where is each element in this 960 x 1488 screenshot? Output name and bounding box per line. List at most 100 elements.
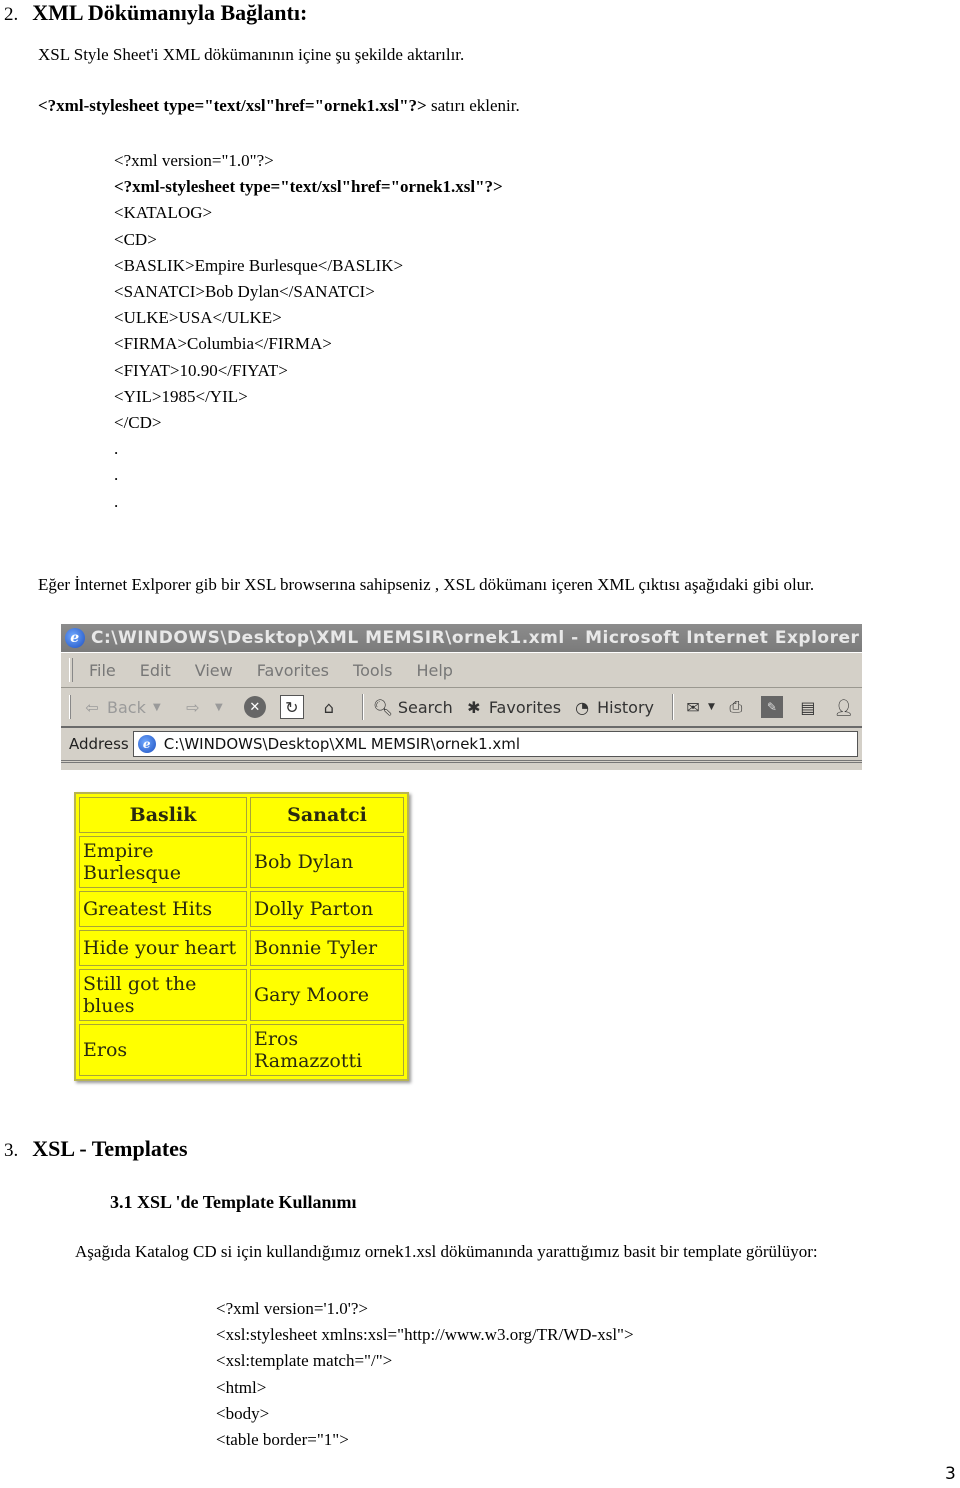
history-icon: ◔ <box>575 697 590 717</box>
code-line: <body> <box>216 1403 270 1423</box>
table-row: Empire Burlesque Bob Dylan <box>79 836 404 888</box>
table-row: Greatest Hits Dolly Parton <box>79 891 404 927</box>
home-button[interactable]: ⌂ <box>318 696 344 718</box>
code-line: <xsl:stylesheet xmlns:xsl="http://www.w3… <box>216 1325 634 1345</box>
refresh-icon: ↻ <box>279 695 304 719</box>
menu-file[interactable]: File <box>89 661 116 680</box>
back-button[interactable]: ⇦ Back ▼ <box>81 696 172 718</box>
search-icon: 🔍︎ <box>372 697 393 717</box>
table-row: Still got the blues Gary Moore <box>79 969 404 1021</box>
xsl-code-block: <?xml version='1.0'?> <xsl:stylesheet xm… <box>216 1296 634 1453</box>
menu-edit[interactable]: Edit <box>140 661 171 680</box>
section-number: 3. <box>4 1140 19 1161</box>
table-header-row: Baslik Sanatci <box>79 797 404 833</box>
cell-sanatci: Eros Ramazzotti <box>250 1024 404 1076</box>
cell-sanatci: Bob Dylan <box>250 836 404 888</box>
cell-sanatci: Bonnie Tyler <box>250 930 404 966</box>
dropdown-arrow-icon: ▼ <box>214 701 223 713</box>
refresh-button[interactable]: ↻ <box>279 695 308 719</box>
code-line: <?xml version="1.0"?> <box>114 151 274 170</box>
code-line: <BASLIK>Empire Burlesque</BASLIK> <box>114 255 404 275</box>
forward-arrow-icon: ⇨ <box>186 697 200 717</box>
browser-toolbar: ⇦ Back ▼ ⇨ ▼ ✕ ↻ ⌂ 🔍︎ Search ✱ Favorites… <box>61 688 862 728</box>
code-line: <SANATCI>Bob Dylan</SANATCI> <box>114 282 375 302</box>
people-icon: 👤︎ <box>833 697 855 717</box>
code-line: </CD> <box>114 413 162 433</box>
menu-tools[interactable]: Tools <box>353 661 392 680</box>
menu-help[interactable]: Help <box>416 661 452 680</box>
menu-favorites[interactable]: Favorites <box>257 661 329 680</box>
discuss-button[interactable]: ▤ <box>797 696 823 718</box>
code-line: <html> <box>216 1377 267 1397</box>
stop-icon: ✕ <box>243 696 266 718</box>
cell-baslik: Empire Burlesque <box>79 836 247 888</box>
print-icon: ⎙ <box>729 697 743 716</box>
cell-baslik: Still got the blues <box>79 969 247 1021</box>
result-table: Baslik Sanatci Empire Burlesque Bob Dyla… <box>74 792 409 1081</box>
back-arrow-icon: ⇦ <box>85 697 99 717</box>
page-number: 3 <box>945 1464 956 1484</box>
favorites-button[interactable]: ✱ Favorites <box>463 696 561 718</box>
toolbar-separator <box>672 694 675 720</box>
cell-sanatci: Dolly Parton <box>250 891 404 927</box>
code-line: <xsl:template match="/"> <box>216 1351 393 1371</box>
code-line: <CD> <box>114 229 157 249</box>
stylesheet-pi-suffix: satırı eklenir. <box>426 96 520 115</box>
toolbar-grip <box>69 658 73 682</box>
stylesheet-pi: <?xml-stylesheet type="text/xsl"href="or… <box>38 96 427 115</box>
cell-baslik: Hide your heart <box>79 930 247 966</box>
intro-paragraph: XSL Style Sheet'i XML dökümanının içine … <box>38 45 465 64</box>
edit-button[interactable]: ✎ <box>760 696 787 718</box>
code-line: <table border="1"> <box>216 1430 349 1450</box>
messenger-button[interactable]: 👤︎ <box>833 696 859 718</box>
explanation-paragraph: Eğer İnternet Exlporer gib bir XSL brows… <box>38 575 815 594</box>
mail-button[interactable]: ✉ ▼ <box>682 696 715 718</box>
address-value: C:\WINDOWS\Desktop\XML MEMSIR\ornek1.xml <box>163 735 521 753</box>
search-label: Search <box>397 697 453 717</box>
page-icon: e <box>137 735 156 753</box>
code-line: <ULKE>USA</ULKE> <box>114 308 282 328</box>
search-button[interactable]: 🔍︎ Search <box>372 696 453 718</box>
browser-screenshot: e C:\WINDOWS\Desktop\XML MEMSIR\ornek1.x… <box>61 624 862 770</box>
cell-baslik: Eros <box>79 1024 247 1076</box>
back-label: Back <box>107 697 146 717</box>
favorites-label: Favorites <box>488 697 562 717</box>
browser-title-bar: e C:\WINDOWS\Desktop\XML MEMSIR\ornek1.x… <box>61 624 862 652</box>
menu-view[interactable]: View <box>195 661 233 680</box>
table-row: Eros Eros Ramazzotti <box>79 1024 404 1076</box>
code-line: . <box>114 465 119 485</box>
home-icon: ⌂ <box>323 697 334 717</box>
code-line: <YIL>1985</YIL> <box>114 386 248 406</box>
print-button[interactable]: ⎙ <box>725 696 751 718</box>
document-icon: ▤ <box>800 697 816 717</box>
address-input[interactable]: e C:\WINDOWS\Desktop\XML MEMSIR\ornek1.x… <box>132 731 858 757</box>
section-title: XML Dökümanıyla Bağlantı: <box>32 0 308 25</box>
section-title: XSL - Templates <box>32 1136 188 1161</box>
edit-icon: ✎ <box>760 696 783 718</box>
favorites-folder-icon: ✱ <box>467 697 481 717</box>
browser-title: C:\WINDOWS\Desktop\XML MEMSIR\ornek1.xml… <box>91 628 860 648</box>
code-line: <KATALOG> <box>114 203 213 223</box>
subsection-heading: 3.1 XSL 'de Template Kullanımı <box>110 1192 357 1212</box>
forward-button[interactable]: ⇨ ▼ <box>182 696 234 718</box>
history-label: History <box>597 697 655 717</box>
cell-sanatci: Gary Moore <box>250 969 404 1021</box>
table-row: Hide your heart Bonnie Tyler <box>79 930 404 966</box>
xml-code-block: <?xml version="1.0"?> <?xml-stylesheet t… <box>114 148 503 515</box>
stop-button[interactable]: ✕ <box>243 696 270 718</box>
code-line: <?xml version='1.0'?> <box>216 1299 368 1318</box>
header-sanatci: Sanatci <box>250 797 404 833</box>
code-line: <FIRMA>Columbia</FIRMA> <box>114 334 332 354</box>
cell-baslik: Greatest Hits <box>79 891 247 927</box>
code-line: <FIYAT>10.90</FIYAT> <box>114 360 288 380</box>
stylesheet-instruction-paragraph: <?xml-stylesheet type="text/xsl"href="or… <box>38 96 520 116</box>
browser-menu-bar: File Edit View Favorites Tools Help <box>61 652 862 688</box>
code-line: <?xml-stylesheet type="text/xsl"href="or… <box>114 177 503 197</box>
address-label: Address <box>69 735 129 753</box>
header-baslik: Baslik <box>79 797 247 833</box>
history-button[interactable]: ◔ History <box>571 696 654 718</box>
template-intro-paragraph: Aşağıda Katalog CD si için kullandığımız… <box>75 1242 818 1261</box>
dropdown-arrow-icon: ▼ <box>152 701 161 713</box>
section-number: 2. <box>4 4 19 25</box>
code-line: . <box>114 439 119 459</box>
